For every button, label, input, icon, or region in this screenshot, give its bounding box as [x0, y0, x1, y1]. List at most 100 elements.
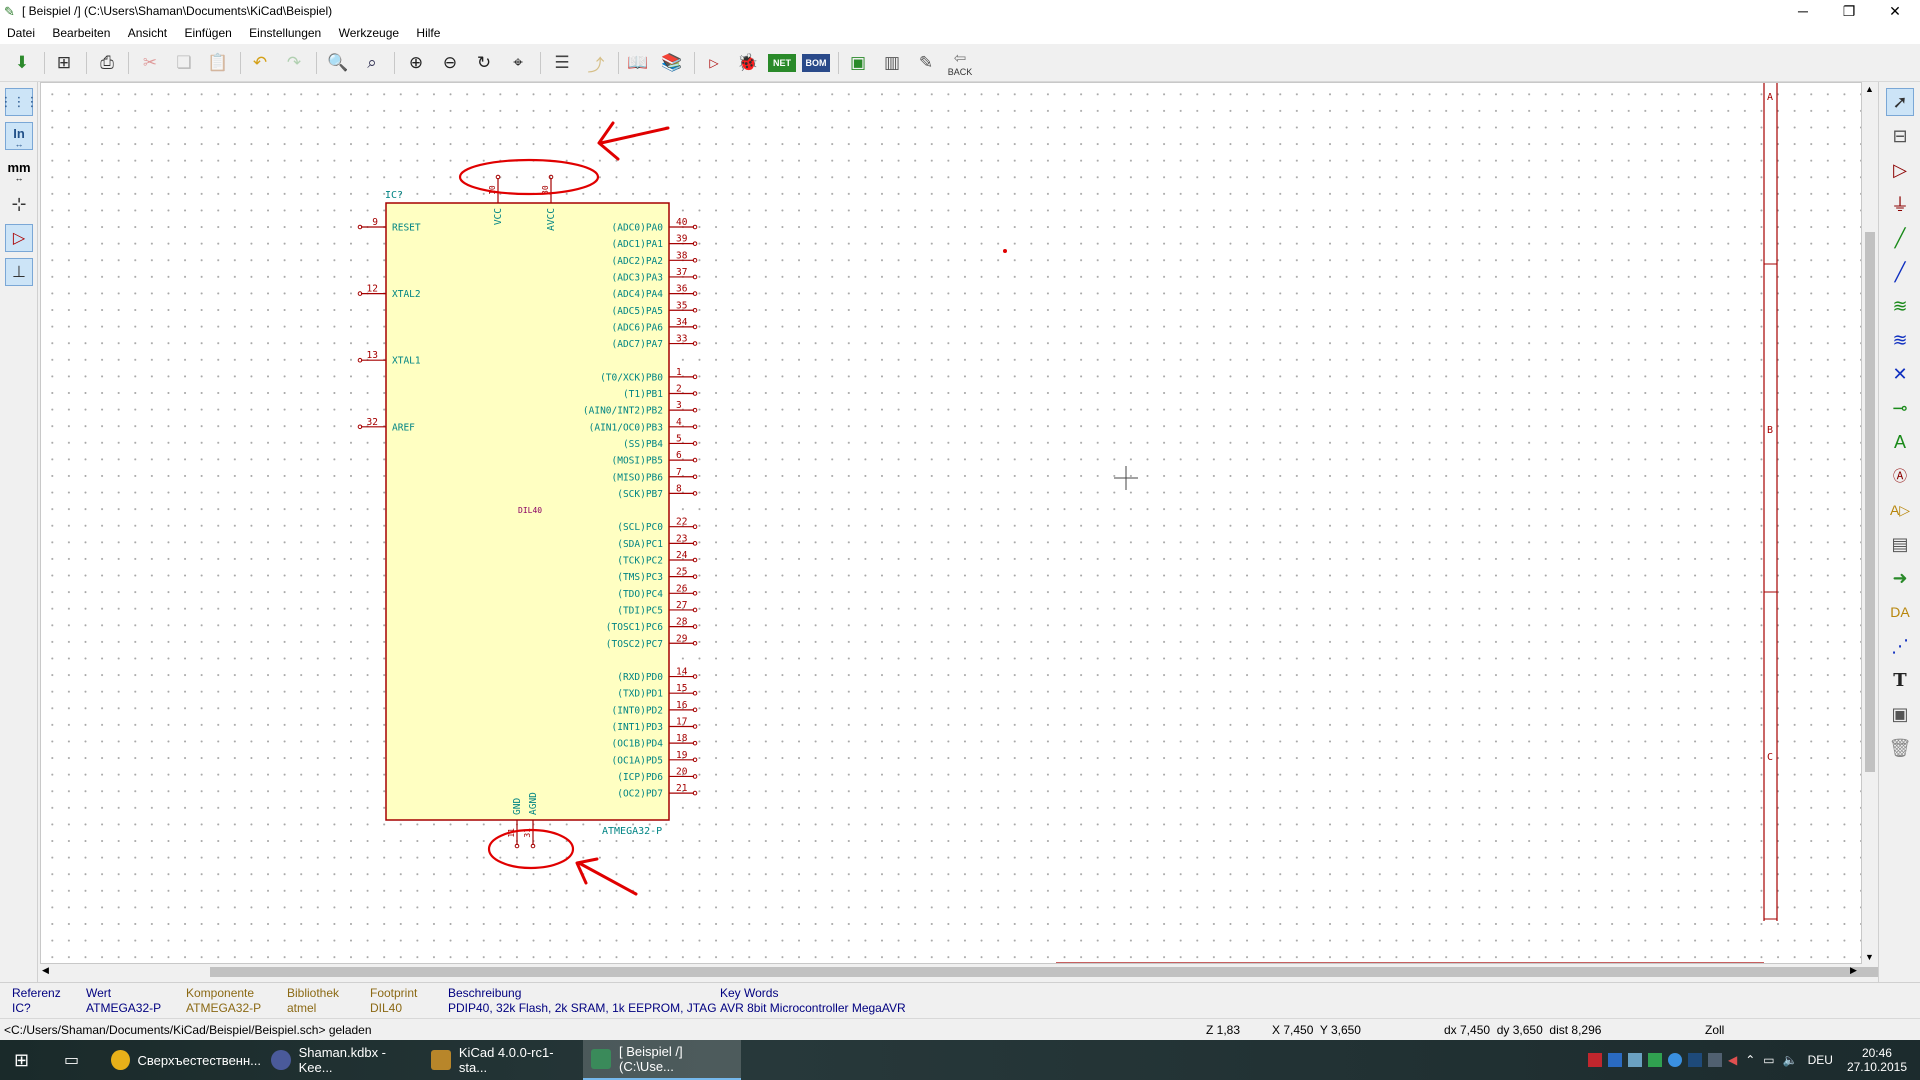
find-replace-icon[interactable]: ⌕: [358, 49, 386, 77]
hierarchical-sheet-icon[interactable]: ▤: [1886, 530, 1914, 558]
bom-icon[interactable]: BOM: [802, 54, 830, 72]
tray-app-icon[interactable]: [1608, 1053, 1622, 1067]
netlist-icon[interactable]: NET: [768, 54, 796, 72]
erc-icon[interactable]: 🐞: [734, 49, 762, 77]
redo-icon[interactable]: ↷: [280, 49, 308, 77]
pin-number: 2: [676, 384, 682, 395]
menu-einfuegen[interactable]: Einfügen: [177, 24, 238, 42]
tray-app-icon[interactable]: [1668, 1053, 1682, 1067]
paste-icon[interactable]: 📋: [204, 49, 232, 77]
scroll-down-icon[interactable]: ▼: [1865, 952, 1874, 962]
hierarchical-label-icon[interactable]: A▷: [1886, 496, 1914, 524]
horizontal-scroll-thumb[interactable]: [210, 967, 1890, 977]
annotation-arrow-top: [597, 121, 670, 161]
save-icon[interactable]: ⬇: [8, 49, 36, 77]
restore-button[interactable]: ❐: [1826, 0, 1872, 24]
wire-angle-icon[interactable]: ⊥: [5, 258, 33, 286]
global-label-icon[interactable]: Ⓐ: [1886, 462, 1914, 490]
hierarchy-navigator-icon[interactable]: ☰: [548, 49, 576, 77]
library-editor-icon[interactable]: 📖: [624, 49, 652, 77]
back-annotate-icon[interactable]: ⇦ BACK: [946, 49, 974, 77]
tray-steam-icon[interactable]: [1688, 1053, 1702, 1067]
text-icon[interactable]: T: [1886, 666, 1914, 694]
volume-icon[interactable]: 🔈: [1783, 1053, 1798, 1067]
pin-number: 25: [676, 567, 687, 578]
zoom-out-icon[interactable]: ⊖: [436, 49, 464, 77]
place-wire-icon[interactable]: ╱: [1886, 224, 1914, 252]
menu-bearbeiten[interactable]: Bearbeiten: [45, 24, 117, 42]
sheet-pin-icon[interactable]: DA: [1886, 598, 1914, 626]
pin-number: 7: [676, 467, 682, 478]
cursor-shape-icon[interactable]: ⊹: [5, 190, 33, 218]
wire-bus-entry-icon[interactable]: ≋: [1886, 292, 1914, 320]
menu-datei[interactable]: Datei: [0, 24, 42, 42]
pcbnew-icon[interactable]: ▥: [878, 49, 906, 77]
clock[interactable]: 20:46 27.10.2015: [1847, 1046, 1907, 1074]
cvpcb-icon[interactable]: ▣: [844, 49, 872, 77]
redraw-icon[interactable]: ↻: [470, 49, 498, 77]
tray-show-hidden-icon[interactable]: ⌃: [1745, 1053, 1755, 1067]
find-icon[interactable]: 🔍: [324, 49, 352, 77]
pin-number: 17: [676, 717, 687, 728]
tray-mute-icon[interactable]: ◀: [1728, 1053, 1737, 1067]
annotate-icon[interactable]: ▷: [700, 49, 728, 77]
copy-icon[interactable]: ❏: [170, 49, 198, 77]
undo-icon[interactable]: ↶: [246, 49, 274, 77]
taskbar-item-keepass[interactable]: Shaman.kdbx - Kee...: [263, 1040, 421, 1080]
place-bus-icon[interactable]: ╱: [1886, 258, 1914, 286]
tray-app-icon[interactable]: [1628, 1053, 1642, 1067]
delete-icon[interactable]: 🗑: [1886, 734, 1914, 762]
hierarchy-icon[interactable]: ⊟: [1886, 122, 1914, 150]
bus-bus-entry-icon[interactable]: ≋: [1886, 326, 1914, 354]
menu-ansicht[interactable]: Ansicht: [121, 24, 174, 42]
taskbar-item-eeschema[interactable]: [ Beispiel /] (C:\Use...: [583, 1040, 741, 1080]
print-icon[interactable]: ⎙: [93, 49, 121, 77]
no-connect-icon[interactable]: ✕: [1886, 360, 1914, 388]
taskbar-item-kicad[interactable]: KiCad 4.0.0-rc1-sta...: [423, 1040, 581, 1080]
tray-app-icon[interactable]: [1588, 1053, 1602, 1067]
zoom-fit-icon[interactable]: ⌖: [504, 49, 532, 77]
net-label-icon[interactable]: A: [1886, 428, 1914, 456]
tray-app-icon[interactable]: [1648, 1053, 1662, 1067]
vertical-scrollbar[interactable]: ▲ ▼: [1862, 82, 1878, 964]
menu-werkzeuge[interactable]: Werkzeuge: [332, 24, 406, 42]
task-view-button[interactable]: ▭: [56, 1040, 92, 1080]
tray-app-icon[interactable]: [1708, 1053, 1722, 1067]
cut-icon[interactable]: ✂: [136, 49, 164, 77]
language-indicator[interactable]: DEU: [1808, 1053, 1833, 1067]
leave-sheet-icon[interactable]: ⤴: [582, 49, 610, 77]
library-browser-icon[interactable]: 📚: [658, 49, 686, 77]
import-sheet-pin-icon[interactable]: ➜: [1886, 564, 1914, 592]
close-button[interactable]: ✕: [1872, 0, 1918, 24]
info-beschreibung: Beschreibung PDIP40, 32k Flash, 2k SRAM,…: [448, 986, 717, 1016]
place-power-icon[interactable]: ⏚: [1886, 190, 1914, 218]
select-arrow-icon[interactable]: ➚: [1886, 88, 1914, 116]
pin-name: (T1)PB1: [623, 389, 663, 400]
menu-hilfe[interactable]: Hilfe: [409, 24, 447, 42]
network-icon[interactable]: ▭: [1763, 1053, 1774, 1067]
start-button[interactable]: ⊞: [6, 1040, 42, 1080]
horizontal-scrollbar[interactable]: ◀ ▶: [40, 964, 1890, 980]
graphic-line-icon[interactable]: ⋰: [1886, 632, 1914, 660]
menu-einstellungen[interactable]: Einstellungen: [242, 24, 328, 42]
grid-toggle-icon[interactable]: ⋮⋮⋮: [0, 88, 39, 116]
pin-name: AREF: [392, 422, 415, 433]
import-footprint-icon[interactable]: ✎: [912, 49, 940, 77]
image-icon[interactable]: ▣: [1886, 700, 1914, 728]
taskbar-item-chrome[interactable]: Сверхъестественн...: [103, 1040, 261, 1080]
page-settings-icon[interactable]: ⊞: [50, 49, 78, 77]
border-label-c: C: [1767, 752, 1773, 763]
zoom-in-icon[interactable]: ⊕: [402, 49, 430, 77]
hidden-pins-icon[interactable]: ▷: [5, 224, 33, 252]
scroll-left-icon[interactable]: ◀: [42, 965, 49, 976]
vertical-scroll-thumb[interactable]: [1865, 232, 1875, 772]
junction-icon[interactable]: ⊸: [1886, 394, 1914, 422]
scroll-right-icon[interactable]: ▶: [1850, 965, 1857, 976]
place-component-icon[interactable]: ▷: [1886, 156, 1914, 184]
schematic-canvas[interactable]: A B C IC? ATMEGA32-P DIL40 (ADC0)PA0 40 (A…: [40, 82, 1862, 964]
minimize-button[interactable]: ─: [1780, 0, 1826, 24]
scroll-up-icon[interactable]: ▲: [1865, 84, 1874, 94]
taskbar-item-label: [ Beispiel /] (C:\Use...: [618, 1044, 683, 1074]
units-mm-button[interactable]: mm ↔: [5, 156, 33, 184]
units-inch-button[interactable]: In ↔: [5, 122, 33, 150]
